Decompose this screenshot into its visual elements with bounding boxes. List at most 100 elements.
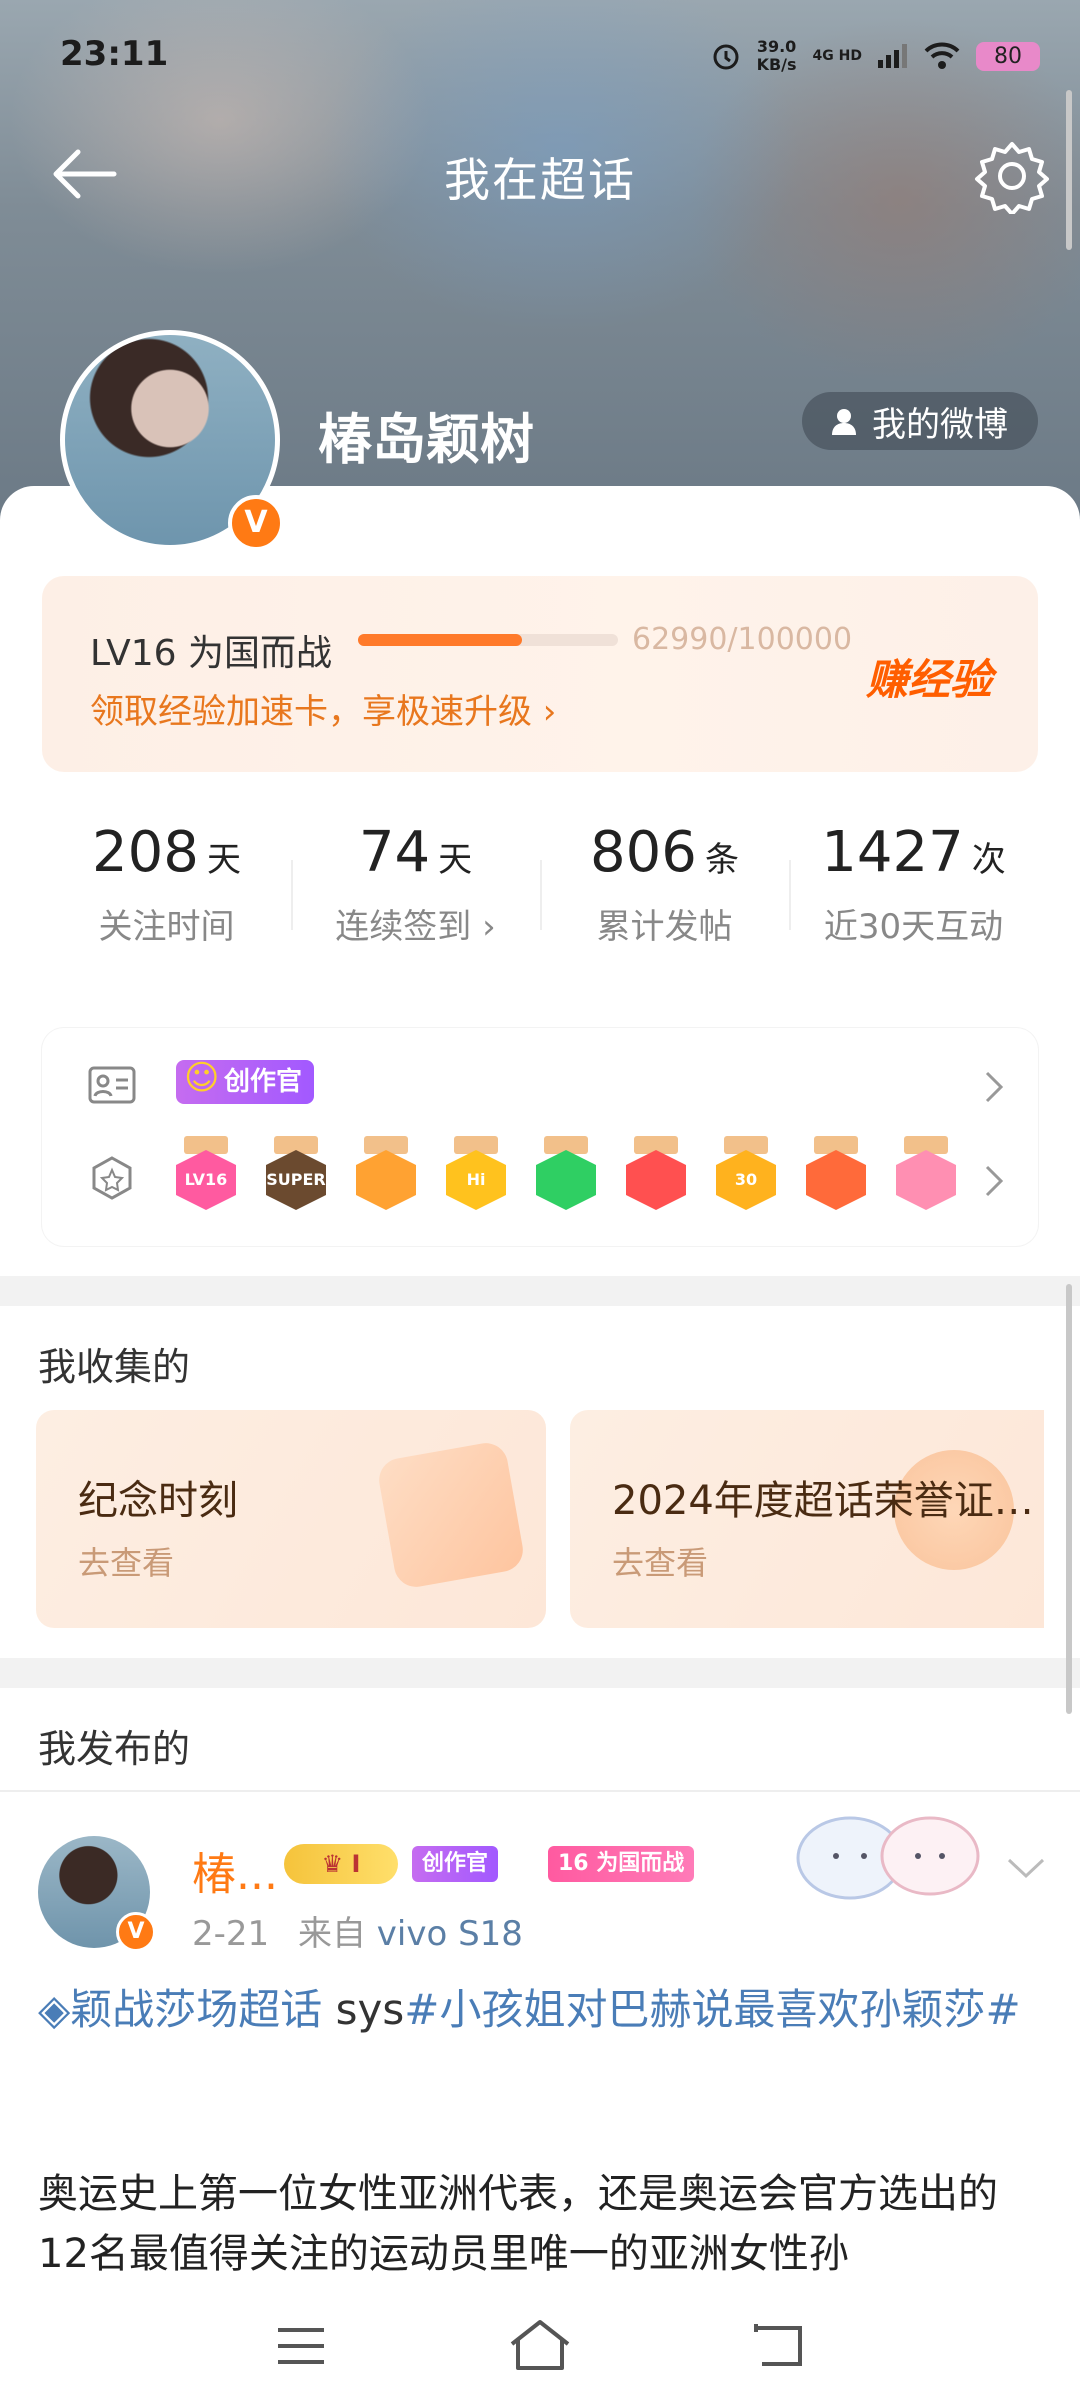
calendar-heart-icon xyxy=(375,1439,527,1591)
earn-exp-button[interactable]: 赚经验 xyxy=(866,646,992,707)
menu-icon[interactable] xyxy=(276,2326,326,2366)
collect-card-title: 2024年度超话荣誉证… xyxy=(612,1478,1034,1524)
stats-row: 208 天 关注时间 74 天 连续签到 › 806 条 累计发帖 1427 次 近30… xyxy=(42,820,1038,970)
crown-badge-text: I xyxy=(351,1850,361,1878)
post-body: 奥运史上第一位女性亚洲代表，还是奥运会官方选出的12名最值得关注的运动员里唯一的… xyxy=(38,2171,998,2277)
level-badge: 16 为国而战 xyxy=(548,1846,695,1882)
level-progress-text: 62990/100000 xyxy=(632,622,853,657)
post-from-prefix: 来自 xyxy=(297,1914,366,1954)
my-weibo-label: 我的微博 xyxy=(872,404,1008,445)
alarm-icon xyxy=(713,44,739,70)
stat-value: 74 xyxy=(358,820,431,885)
status-icons: 39.0 KB/s 4G HD 80 xyxy=(711,34,1040,78)
level-progress-fill xyxy=(358,634,522,646)
collect-card-honor-cert[interactable]: 2024年度超话荣誉证… 去查看 xyxy=(570,1410,1044,1628)
medal-text: LV16 xyxy=(184,1170,228,1189)
honors-card: 创作官 LV16 SUPER Hi 30 xyxy=(42,1028,1038,1246)
stat-unit: 条 xyxy=(704,840,739,880)
stat-label: 关注时间 xyxy=(98,907,235,947)
chevron-right-icon[interactable] xyxy=(984,1070,1004,1104)
page-title: 我在超话 xyxy=(444,153,636,207)
post-topic-text: sys xyxy=(322,1985,405,2034)
upgrade-link[interactable]: 领取经验加速卡，享极速升级 › xyxy=(90,684,556,733)
medal-badge[interactable] xyxy=(624,1136,688,1216)
home-icon[interactable] xyxy=(508,2318,572,2372)
medal-list[interactable]: LV16 SUPER Hi 30 xyxy=(174,1136,958,1216)
id-card-icon xyxy=(88,1066,136,1104)
collected-section-title: 我收集的 xyxy=(38,1345,191,1389)
medal-text: SUPER xyxy=(266,1170,326,1189)
verified-badge: V xyxy=(116,1912,156,1952)
medal-shape xyxy=(356,1150,416,1210)
medal-shape xyxy=(536,1150,596,1210)
stat-unit: 次 xyxy=(971,840,1006,880)
status-bar: 23:11 39.0 KB/s 4G HD 80 xyxy=(0,0,1080,110)
medal-shape xyxy=(896,1150,956,1210)
medal-badge[interactable] xyxy=(354,1136,418,1216)
section-divider xyxy=(0,1658,1080,1688)
divider xyxy=(0,1790,1080,1792)
stat-checkin-streak[interactable]: 74 天 连续签到 › xyxy=(291,820,540,970)
battery-indicator: 80 xyxy=(976,41,1040,71)
medal-icon xyxy=(92,1156,132,1200)
stat-unit: 天 xyxy=(206,840,241,880)
chevron-right-icon[interactable] xyxy=(984,1164,1004,1198)
medal-badge[interactable] xyxy=(534,1136,598,1216)
medal-badge[interactable]: Hi xyxy=(444,1136,508,1216)
level-label: LV16 为国而战 xyxy=(90,633,332,674)
scrollbar[interactable] xyxy=(1066,1284,1072,1714)
sticker-decoration-icon xyxy=(796,1816,980,1900)
wifi-icon xyxy=(924,42,960,69)
collect-card-link: 去查看 xyxy=(612,1544,709,1582)
hashtag-link[interactable]: #小孩姐对巴赫说最喜欢孙颖莎# xyxy=(404,1985,1020,2034)
my-weibo-button[interactable]: 我的微博 xyxy=(802,392,1038,450)
post-topic-line: ◈颖战莎场超话 sys#小孩姐对巴赫说最喜欢孙颖莎# xyxy=(38,1980,1048,2040)
medal-shape xyxy=(806,1150,866,1210)
stat-label: 累计发帖 xyxy=(596,907,733,947)
top-nav: 我在超话 xyxy=(0,130,1080,220)
medal-badge[interactable]: SUPER xyxy=(264,1136,328,1216)
back-icon[interactable] xyxy=(752,2322,806,2368)
medal-shape xyxy=(626,1150,686,1210)
stat-unit: 天 xyxy=(438,840,473,880)
stat-interactions: 1427 次 近30天互动 xyxy=(789,820,1038,970)
signal-icon xyxy=(878,44,907,68)
person-icon xyxy=(832,409,856,435)
gear-icon[interactable] xyxy=(974,138,1050,214)
collect-card-title: 纪念时刻 xyxy=(78,1478,238,1524)
medal-text: 30 xyxy=(734,1170,758,1189)
medal-badge[interactable]: LV16 xyxy=(174,1136,238,1216)
medal-badge[interactable] xyxy=(804,1136,868,1216)
crown-badge: ♛ I xyxy=(284,1844,398,1884)
post-author-name[interactable]: 椿... xyxy=(192,1838,278,1902)
stat-label: 连续签到 › xyxy=(335,907,496,947)
post-source[interactable]: vivo S18 xyxy=(377,1914,523,1954)
verified-badge: V xyxy=(228,495,284,551)
scrollbar-top[interactable] xyxy=(1066,90,1072,250)
section-divider xyxy=(0,1276,1080,1306)
post-date: 2-21 xyxy=(192,1914,270,1954)
level-card[interactable]: LV16 为国而战 62990/100000 领取经验加速卡，享极速升级 › 赚… xyxy=(42,576,1038,772)
super-topic-link[interactable]: ◈颖战莎场超话 xyxy=(38,1985,322,2034)
level-progress-bar xyxy=(358,634,618,646)
published-section-title: 我发布的 xyxy=(38,1727,191,1771)
chevron-down-icon[interactable] xyxy=(1006,1856,1046,1880)
medal-badge[interactable]: 30 xyxy=(714,1136,778,1216)
stat-post-count: 806 条 累计发帖 xyxy=(540,820,789,970)
medal-badge[interactable] xyxy=(894,1136,958,1216)
net-speed: 39.0 KB/s xyxy=(756,37,797,74)
network-type: 4G HD xyxy=(812,48,862,64)
stat-label: 近30天互动 xyxy=(823,907,1004,947)
creator-badge: 创作官 xyxy=(412,1846,499,1882)
creator-badge[interactable]: 创作官 xyxy=(176,1056,315,1104)
status-time: 23:11 xyxy=(60,34,169,74)
collect-card-link: 去查看 xyxy=(78,1544,175,1582)
post-meta: 2-21 来自 vivo S18 xyxy=(192,1906,523,1955)
collect-card-moments[interactable]: 纪念时刻 去查看 xyxy=(36,1410,546,1628)
system-nav-bar xyxy=(0,2296,1080,2400)
stat-value: 1427 xyxy=(821,820,964,885)
profile-username: 椿岛颖树 xyxy=(318,408,534,471)
medal-text: Hi xyxy=(466,1170,486,1189)
stat-value: 208 xyxy=(92,820,199,885)
stat-value: 806 xyxy=(590,820,697,885)
